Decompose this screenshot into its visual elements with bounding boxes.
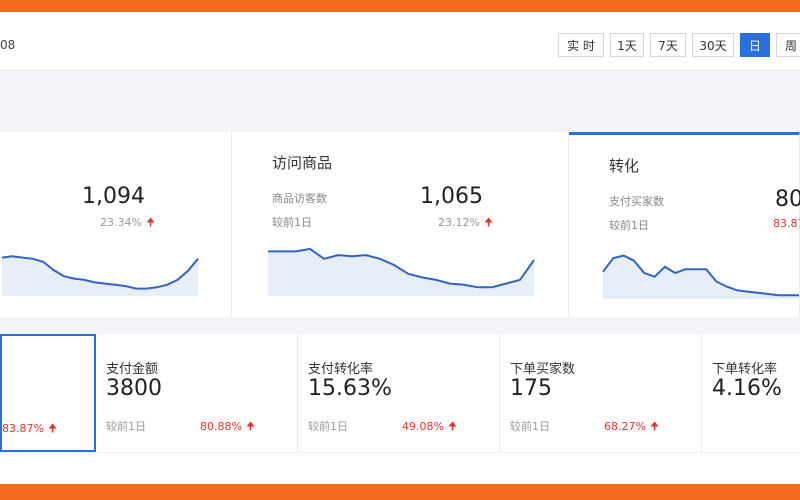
overview-card-1[interactable]: 1,094 23.34% 🠉 [0, 132, 232, 317]
metric-compare-label: 较前1日 [308, 420, 348, 433]
metric-percent: 83.87% 🠉 [2, 422, 58, 435]
card-change: 23.12% 🠉 [438, 216, 494, 229]
card-change: 23.34% 🠉 [100, 216, 156, 229]
sparkline-chart-3 [602, 254, 799, 299]
frame-gap-top [0, 12, 800, 20]
overview-card-conversion[interactable]: 转化 支付买家数 较前1日 80 83.87% [569, 132, 800, 317]
metrics-row: 83.87% 🠉 支付金额 3800 较前1日 80.88% 🠉 支付转化率 15.… [0, 334, 800, 452]
sparkline-area [268, 248, 534, 296]
card-value: 1,065 [420, 184, 483, 209]
sparkline-chart-1 [1, 255, 199, 296]
metric-card-order-buyers[interactable]: 下单买家数 175 较前1日 68.27% 🠉 [500, 334, 702, 452]
range-day-button[interactable]: 日 [740, 33, 770, 57]
card-value: 80 [775, 187, 800, 212]
card-compare-label: 较前1日 [272, 216, 312, 229]
up-arrow-icon: 🠉 [245, 420, 256, 433]
card-title: 访问商品 [272, 154, 333, 172]
metric-compare-label: 较前1日 [106, 420, 146, 433]
lower-panel-edge [0, 452, 800, 481]
sparkline-area [603, 255, 799, 299]
range-realtime-button[interactable]: 实 时 [558, 33, 604, 57]
metric-label: 下单买家数 [510, 362, 576, 377]
metric-card-pay-amount[interactable]: 支付金额 3800 较前1日 80.88% 🠉 [96, 334, 298, 452]
sparkline-chart-2 [268, 247, 535, 296]
orange-frame-top [0, 0, 800, 12]
metric-label: 下单转化率 [712, 362, 778, 377]
sparkline-area [2, 256, 198, 296]
metric-label: 支付金额 [106, 362, 159, 377]
metric-value: 3800 [106, 376, 162, 401]
card-compare-label: 较前1日 [609, 219, 649, 232]
metric-value: 175 [510, 376, 552, 401]
range-7day-button[interactable]: 7天 [650, 33, 686, 57]
metric-value: 15.63% [308, 376, 392, 401]
metric-percent: 80.88% 🠉 [200, 420, 256, 433]
up-arrow-icon: 🠉 [145, 216, 156, 229]
metric-card-selected[interactable]: 83.87% 🠉 [0, 334, 96, 452]
card-sub-label: 支付买家数 [609, 195, 664, 208]
metric-compare-label: 较前1日 [510, 420, 550, 433]
orange-frame-bottom [0, 484, 800, 500]
card-title: 转化 [609, 157, 640, 175]
card-sub-label: 商品访客数 [272, 192, 327, 205]
range-1day-button[interactable]: 1天 [610, 33, 644, 57]
metric-percent: 68.27% 🠉 [604, 420, 660, 433]
overview-card-visit-goods[interactable]: 访问商品 商品访客数 较前1日 1,065 23.12% 🠉 [232, 132, 569, 317]
range-30day-button[interactable]: 30天 [692, 33, 734, 57]
metric-percent: 49.08% 🠉 [402, 420, 458, 433]
date-text: 08 [0, 38, 16, 52]
range-week-button[interactable]: 周 [776, 33, 800, 57]
metric-card-order-conversion[interactable]: 下单转化率 4.16% [702, 334, 800, 452]
up-arrow-icon: 🠉 [447, 420, 458, 433]
up-arrow-icon: 🠉 [649, 420, 660, 433]
metric-label: 支付转化率 [308, 362, 374, 377]
metric-card-pay-conversion[interactable]: 支付转化率 15.63% 较前1日 49.08% 🠉 [298, 334, 500, 452]
up-arrow-icon: 🠉 [47, 422, 58, 435]
metric-value: 4.16% [712, 376, 782, 401]
card-change: 83.87% [773, 217, 800, 230]
card-value: 1,094 [82, 184, 145, 209]
toolbar: 08 实 时 1天 7天 30天 日 周 [0, 20, 800, 71]
up-arrow-icon: 🠉 [483, 216, 494, 229]
